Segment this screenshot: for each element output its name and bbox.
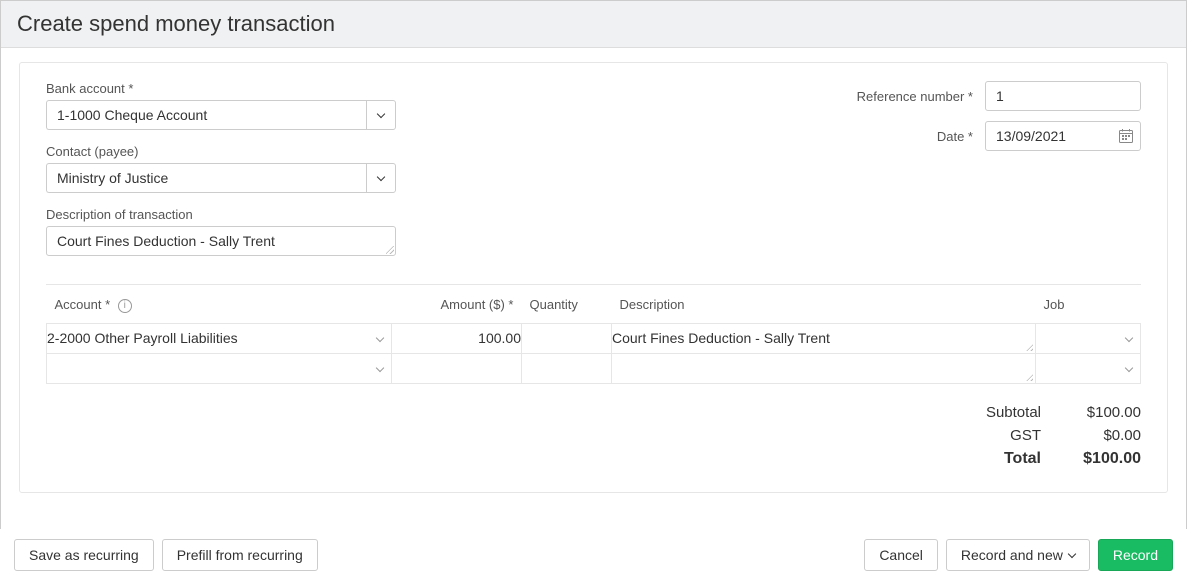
resize-handle-icon — [1026, 344, 1033, 351]
subtotal-value: $100.00 — [1061, 404, 1141, 421]
gst-label: GST — [971, 427, 1041, 444]
chevron-down-icon — [377, 109, 385, 117]
resize-handle-icon — [386, 246, 394, 254]
gst-value: $0.00 — [1061, 427, 1141, 444]
calendar-icon[interactable] — [1118, 128, 1134, 144]
reference-input[interactable] — [985, 81, 1141, 111]
table-header-row: Account * i Amount ($) * Quantity Descri… — [47, 285, 1141, 323]
record-button[interactable]: Record — [1098, 539, 1173, 571]
chevron-down-icon — [1125, 364, 1133, 372]
chevron-down-icon — [377, 172, 385, 180]
bank-account-value[interactable]: 1-1000 Cheque Account — [46, 100, 366, 130]
col-description: Description — [612, 285, 1036, 323]
row-account-cell[interactable]: 2-2000 Other Payroll Liabilities — [47, 323, 392, 353]
transaction-card: Bank account * 1-1000 Cheque Account Con… — [19, 62, 1168, 493]
page-title: Create spend money transaction — [17, 11, 1170, 37]
row-job-cell[interactable] — [1036, 353, 1141, 383]
row-description-cell[interactable] — [612, 353, 1036, 383]
row-quantity-cell[interactable] — [522, 323, 612, 353]
col-account: Account * i — [47, 285, 392, 323]
row-job-cell[interactable] — [1036, 323, 1141, 353]
total-label: Total — [971, 450, 1041, 468]
footer-bar: Save as recurring Prefill from recurring… — [0, 529, 1187, 581]
date-label: Date * — [937, 129, 973, 144]
chevron-down-icon — [376, 364, 384, 372]
row-account-cell[interactable] — [47, 353, 392, 383]
row-quantity-cell[interactable] — [522, 353, 612, 383]
contact-select[interactable]: Ministry of Justice — [46, 163, 396, 193]
row-description-cell[interactable]: Court Fines Deduction - Sally Trent — [612, 323, 1036, 353]
description-label: Description of transaction — [46, 207, 396, 222]
page-header: Create spend money transaction — [1, 1, 1186, 48]
col-amount: Amount ($) * — [392, 285, 522, 323]
bank-account-dropdown-btn[interactable] — [366, 100, 396, 130]
description-input[interactable]: Court Fines Deduction - Sally Trent — [46, 226, 396, 256]
bank-account-select[interactable]: 1-1000 Cheque Account — [46, 100, 396, 130]
contact-label: Contact (payee) — [46, 144, 396, 159]
table-row — [47, 353, 1141, 383]
subtotal-label: Subtotal — [971, 404, 1041, 421]
cancel-button[interactable]: Cancel — [864, 539, 938, 571]
bank-account-label: Bank account * — [46, 81, 396, 96]
contact-dropdown-btn[interactable] — [366, 163, 396, 193]
prefill-from-recurring-button[interactable]: Prefill from recurring — [162, 539, 318, 571]
table-row: 2-2000 Other Payroll Liabilities 100.00 … — [47, 323, 1141, 353]
col-job: Job — [1036, 285, 1141, 323]
col-quantity: Quantity — [522, 285, 612, 323]
contact-value[interactable]: Ministry of Justice — [46, 163, 366, 193]
total-value: $100.00 — [1061, 450, 1141, 468]
chevron-down-icon — [1068, 549, 1076, 557]
row-amount-cell[interactable] — [392, 353, 522, 383]
info-icon[interactable]: i — [118, 299, 132, 313]
chevron-down-icon — [1125, 334, 1133, 342]
reference-label: Reference number * — [857, 89, 973, 104]
record-and-new-button[interactable]: Record and new — [946, 539, 1090, 571]
totals-section: Subtotal $100.00 GST $0.00 Total $100.00 — [46, 404, 1141, 474]
resize-handle-icon — [1026, 374, 1033, 381]
save-as-recurring-button[interactable]: Save as recurring — [14, 539, 154, 571]
chevron-down-icon — [376, 334, 384, 342]
row-amount-cell[interactable]: 100.00 — [392, 323, 522, 353]
line-items-table: Account * i Amount ($) * Quantity Descri… — [46, 285, 1141, 384]
